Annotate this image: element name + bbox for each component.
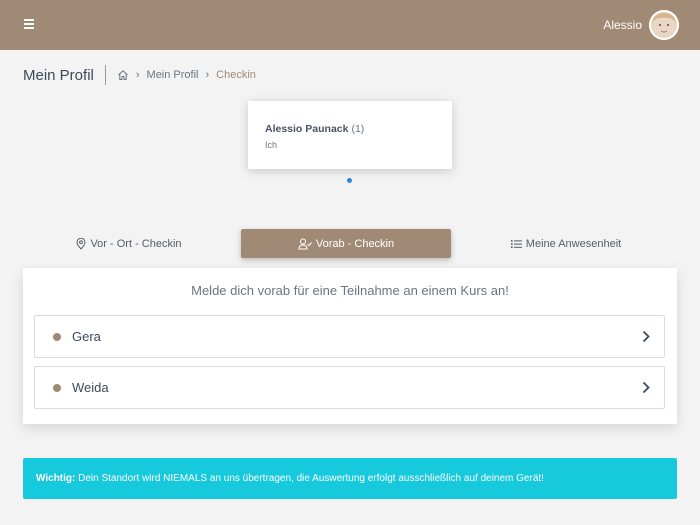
chevron-right-icon <box>642 381 650 394</box>
tab-vor-ort-checkin[interactable]: Vor - Ort - Checkin <box>23 229 235 258</box>
title-divider <box>104 65 106 85</box>
info-alert: Wichtig: Dein Standort wird NIEMALS an u… <box>23 458 677 499</box>
chevron-right-icon: › <box>135 69 140 81</box>
alert-text: Dein Standort wird NIEMALS an uns übertr… <box>78 473 544 484</box>
course-label: Weida <box>72 380 109 395</box>
course-dot <box>53 384 61 392</box>
breadcrumb: › Mein Profil › Checkin <box>117 69 256 81</box>
member-card[interactable]: Alessio Paunack (1) Ich <box>248 101 452 169</box>
hamburger-icon[interactable] <box>24 17 36 31</box>
tab-meine-anwesenheit[interactable]: Meine Anwesenheit <box>456 229 676 258</box>
tab-label: Vorab - Checkin <box>315 237 395 250</box>
course-panel: Melde dich vorab für eine Teilnahme an e… <box>23 268 677 424</box>
chevron-right-icon <box>642 330 650 343</box>
carousel-dot[interactable] <box>347 178 352 183</box>
page-header: Mein Profil › Mein Profil › Checkin <box>23 64 256 86</box>
top-bar: Alessio <box>0 0 700 50</box>
alert-label: Wichtig: <box>36 473 76 484</box>
member-name: Alessio Paunack <box>265 123 349 135</box>
map-pin-icon <box>76 237 86 250</box>
course-label: Gera <box>72 329 101 344</box>
user-check-icon <box>298 238 312 249</box>
home-icon[interactable] <box>117 69 129 81</box>
tab-label: Meine Anwesenheit <box>525 237 622 250</box>
avatar-image <box>649 10 679 40</box>
list-icon <box>510 239 522 248</box>
tab-label: Vor - Ort - Checkin <box>90 237 182 250</box>
course-item-gera[interactable]: Gera <box>34 315 665 358</box>
course-dot <box>53 333 61 341</box>
member-role: Ich <box>265 140 278 150</box>
panel-title: Melde dich vorab für eine Teilnahme an e… <box>191 283 509 298</box>
member-name-line: Alessio Paunack (1) <box>265 123 364 135</box>
tab-vorab-checkin[interactable]: Vorab - Checkin <box>241 229 451 258</box>
course-item-weida[interactable]: Weida <box>34 366 665 409</box>
avatar[interactable] <box>649 10 679 40</box>
chevron-right-icon: › <box>205 69 210 81</box>
user-name[interactable]: Alessio <box>603 18 642 32</box>
breadcrumb-checkin: Checkin <box>216 69 256 81</box>
page-title: Mein Profil <box>23 66 94 84</box>
member-count: (1) <box>351 123 365 135</box>
breadcrumb-mein-profil[interactable]: Mein Profil <box>147 69 199 81</box>
